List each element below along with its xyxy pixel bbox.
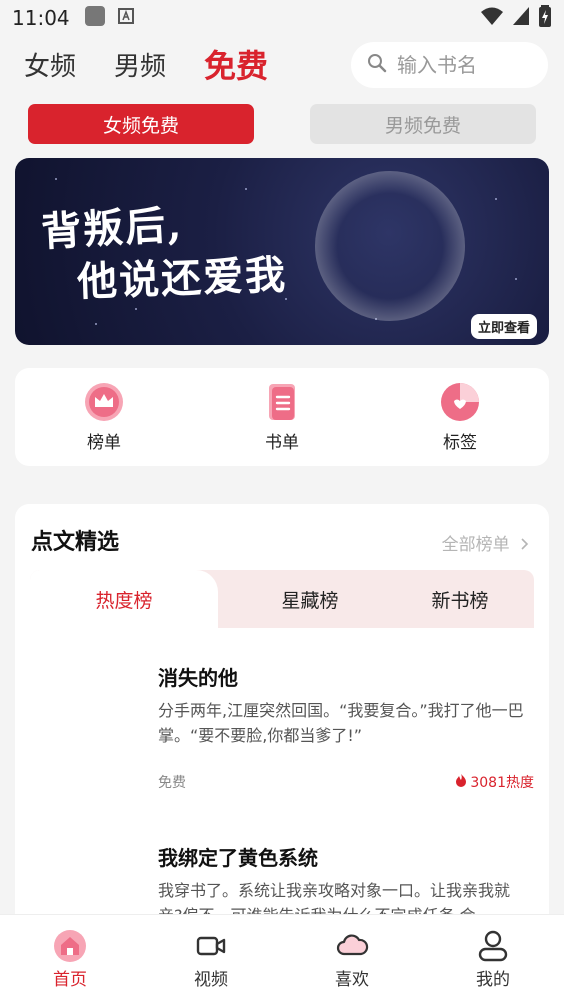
entry-ranking-label: 榜单: [87, 433, 121, 453]
book-item[interactable]: 我绑定了黄色系统 我穿书了。系统让我亲攻略对象一口。让我亲我就亲?偏不。可谁能告…: [30, 842, 534, 925]
tab-male[interactable]: 男频: [114, 46, 166, 83]
promo-banner[interactable]: 背叛后, 他说还爱我 立即查看: [15, 158, 549, 345]
video-icon: [196, 936, 226, 956]
subtab-female-free[interactable]: 女频免费: [28, 104, 254, 144]
tab-hot[interactable]: 热度榜: [30, 570, 218, 628]
book-heat-value: 3081热度: [470, 775, 534, 791]
entry-tags[interactable]: 标签: [410, 382, 510, 453]
nav-video[interactable]: 视频: [171, 929, 251, 990]
nav-home-label: 首页: [53, 970, 87, 990]
crown-icon: [85, 383, 123, 421]
banner-title-line2: 他说还爱我: [76, 251, 288, 306]
rank-tabs: 热度榜 星藏榜 新书榜: [30, 570, 534, 628]
top-nav: 女频 男频 免费: [0, 38, 564, 90]
notification-icon: [84, 5, 106, 31]
entry-booklist[interactable]: 书单: [232, 382, 332, 453]
moon-illustration: [315, 171, 475, 331]
subtab-male-free[interactable]: 男频免费: [310, 104, 536, 144]
banner-view-button[interactable]: 立即查看: [470, 314, 537, 339]
quick-entries: 榜单 书单 标签: [15, 368, 549, 466]
wifi-icon: [480, 6, 504, 30]
tab-new[interactable]: 新书榜: [400, 570, 520, 628]
all-rankings-link[interactable]: 全部榜单: [442, 530, 529, 555]
booklist-icon: [269, 384, 295, 420]
all-rankings-label: 全部榜单: [441, 535, 510, 555]
nav-mine[interactable]: 我的: [453, 929, 533, 990]
entry-booklist-label: 书单: [265, 433, 299, 453]
book-free-tag: 免费: [158, 775, 186, 791]
status-bar: 11:04: [0, 0, 564, 36]
tag-pie-icon: [441, 383, 479, 421]
search-input[interactable]: [397, 53, 537, 77]
book-heat: 3081热度: [455, 772, 534, 792]
signal-icon: [512, 6, 530, 30]
nav-home[interactable]: 首页: [30, 929, 110, 990]
home-icon: [54, 930, 86, 962]
battery-icon: [538, 4, 552, 32]
section-title: 点文精选: [31, 530, 120, 555]
status-time: 11:04: [12, 6, 70, 30]
user-icon: [478, 930, 508, 962]
fire-icon: [455, 773, 467, 791]
bottom-nav: 首页 视频 喜欢 我的: [0, 914, 564, 1004]
chevron-right-icon: [521, 535, 529, 555]
entry-ranking[interactable]: 榜单: [54, 382, 154, 453]
search-box[interactable]: [351, 42, 548, 88]
tab-free[interactable]: 免费: [204, 41, 268, 87]
app-notification-icon: [117, 8, 134, 28]
nav-mine-label: 我的: [476, 970, 510, 990]
search-icon: [367, 53, 387, 77]
book-desc: 分手两年,江厘突然回国。“我要复合。”我打了他一巴掌。“要不要脸,你都当爹了!”: [158, 701, 524, 745]
nav-video-label: 视频: [194, 970, 228, 990]
nav-favorites[interactable]: 喜欢: [312, 929, 392, 990]
cloud-icon: [336, 934, 369, 956]
tab-female[interactable]: 女频: [24, 46, 76, 83]
entry-tags-label: 标签: [443, 433, 477, 453]
nav-favorites-label: 喜欢: [335, 970, 369, 990]
tab-collected[interactable]: 星藏榜: [250, 570, 370, 628]
book-title: 我绑定了黄色系统: [158, 846, 318, 870]
book-title: 消失的他: [158, 666, 238, 690]
sub-tabs: 女频免费 男频免费: [28, 104, 536, 144]
book-item[interactable]: 消失的他 分手两年,江厘突然回国。“我要复合。”我打了他一巴掌。“要不要脸,你都…: [30, 662, 534, 792]
